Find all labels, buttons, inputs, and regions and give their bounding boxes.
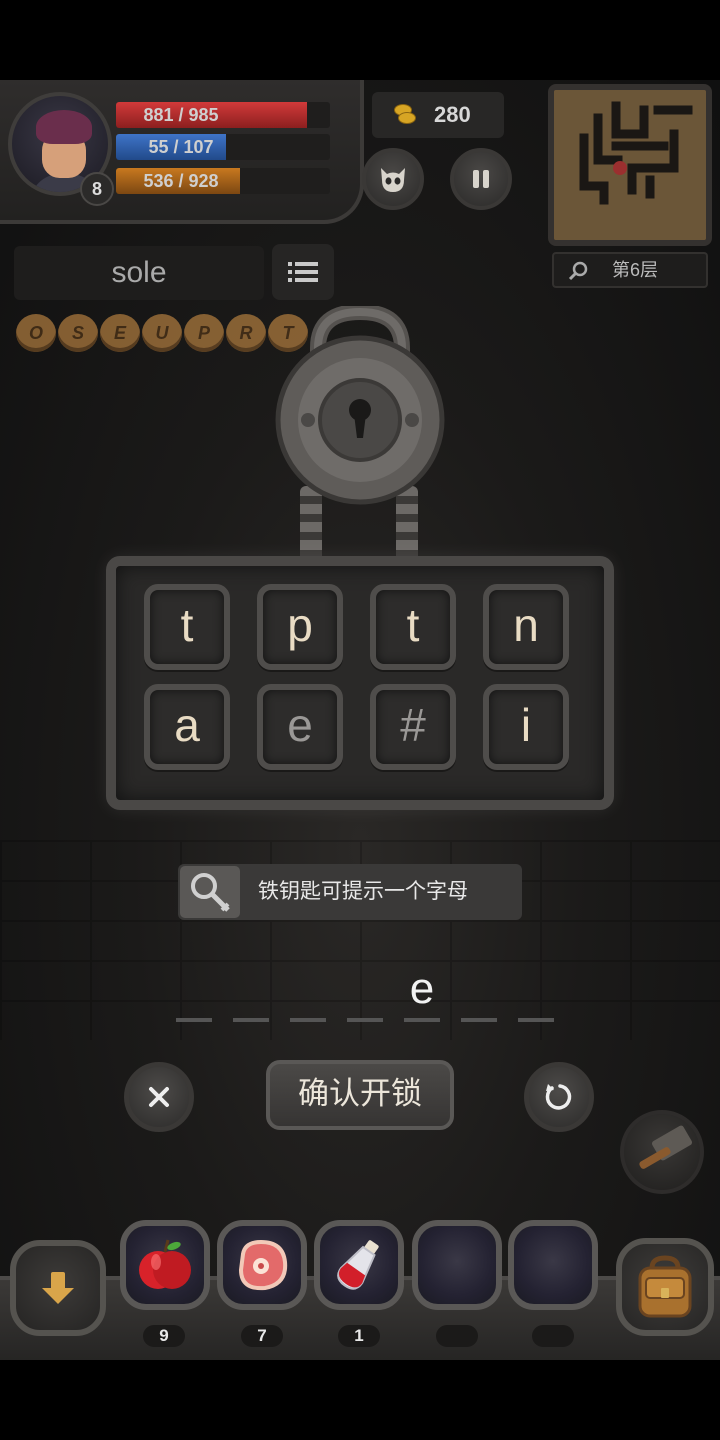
item-count: 1	[338, 1325, 380, 1347]
answer-slot[interactable]	[457, 964, 501, 1028]
letter-key[interactable]: t	[144, 584, 230, 670]
maze-map-icon	[554, 90, 706, 240]
hammer-button[interactable]	[620, 1110, 704, 1194]
hero-level-badge: 8	[80, 172, 114, 206]
search-icon	[568, 261, 588, 281]
gold-coins-icon	[392, 104, 416, 124]
hp-value: 881 / 985	[143, 105, 219, 125]
game-scene: 8 881 / 985 55 / 107 536 / 928 280 第6层 s…	[0, 80, 720, 1360]
confirm-unlock-button[interactable]: 确认开锁	[266, 1060, 454, 1130]
letter-key-used[interactable]: #	[370, 684, 456, 770]
meat-icon	[238, 1239, 288, 1291]
pause-icon	[473, 170, 489, 188]
monster-face-icon	[381, 168, 405, 192]
answer-slot[interactable]	[286, 964, 330, 1028]
mp-bar: 55 / 107	[116, 134, 330, 160]
floor-label: 第6层	[612, 260, 659, 280]
letter-token: P	[184, 314, 224, 352]
inventory-slot-apple[interactable]	[120, 1220, 210, 1310]
inventory-slot-meat[interactable]	[217, 1220, 307, 1310]
hammer-icon	[639, 1125, 692, 1169]
collected-letter-tokens: O S E U P R T	[16, 314, 308, 354]
answer-slot[interactable]: e	[400, 964, 444, 1028]
letter-key-used[interactable]: e	[257, 684, 343, 770]
xp-bar: 536 / 928	[116, 168, 330, 194]
inventory-slot-empty[interactable]	[508, 1220, 598, 1310]
letter-token: S	[58, 314, 98, 352]
answer-slot[interactable]	[343, 964, 387, 1028]
letter-token: O	[16, 314, 56, 352]
padlock-icon	[275, 306, 445, 505]
letter-token: U	[142, 314, 182, 352]
xp-value: 536 / 928	[143, 171, 219, 191]
padlock	[270, 306, 450, 566]
monster-book-button[interactable]	[362, 148, 424, 210]
reset-button[interactable]	[524, 1062, 594, 1132]
letter-panel: t p t n a e # i	[106, 556, 614, 810]
mp-value: 55 / 107	[148, 137, 214, 157]
answer-slot[interactable]	[172, 964, 216, 1028]
inventory-slot-empty[interactable]	[412, 1220, 502, 1310]
answer-slot[interactable]	[229, 964, 273, 1028]
hint-text: 铁钥匙可提示一个字母	[258, 880, 468, 903]
letter-key[interactable]: a	[144, 684, 230, 770]
backpack-button[interactable]	[616, 1238, 714, 1336]
magnifier-key-icon	[191, 873, 230, 912]
refresh-icon	[545, 1084, 572, 1110]
gold-counter: 280	[372, 92, 504, 138]
word-list-button[interactable]	[272, 244, 334, 300]
item-count	[436, 1325, 478, 1347]
letter-key[interactable]: i	[483, 684, 569, 770]
item-count: 9	[143, 1325, 185, 1347]
red-potion-icon	[337, 1240, 379, 1290]
word-box: sole	[14, 246, 264, 300]
list-icon	[288, 262, 318, 282]
answer-slots: e	[172, 964, 558, 1028]
letter-token: E	[100, 314, 140, 352]
letter-key[interactable]: n	[483, 584, 569, 670]
floor-search-box[interactable]: 第6层	[552, 252, 708, 288]
letter-key[interactable]: t	[370, 584, 456, 670]
gold-value: 280	[434, 102, 471, 127]
hp-bar: 881 / 985	[116, 102, 330, 128]
hero-status-panel: 8 881 / 985 55 / 107 536 / 928	[0, 80, 364, 224]
item-count	[532, 1325, 574, 1347]
inventory-slot-potion[interactable]	[314, 1220, 404, 1310]
answer-slot[interactable]	[514, 964, 558, 1028]
key-hint-button[interactable]: 铁钥匙可提示一个字母	[178, 864, 522, 920]
letter-token: R	[226, 314, 266, 352]
pause-button[interactable]	[450, 148, 512, 210]
key-icon-box	[180, 866, 240, 918]
current-word: sole	[111, 256, 167, 289]
letter-key[interactable]: p	[257, 584, 343, 670]
item-count: 7	[241, 1325, 283, 1347]
descend-button[interactable]	[10, 1240, 106, 1336]
clear-button[interactable]	[124, 1062, 194, 1132]
minimap[interactable]	[548, 84, 712, 246]
arrow-down-icon	[42, 1272, 74, 1304]
close-icon	[149, 1087, 169, 1107]
backpack-icon	[638, 1255, 692, 1318]
apple-icon	[139, 1239, 191, 1289]
